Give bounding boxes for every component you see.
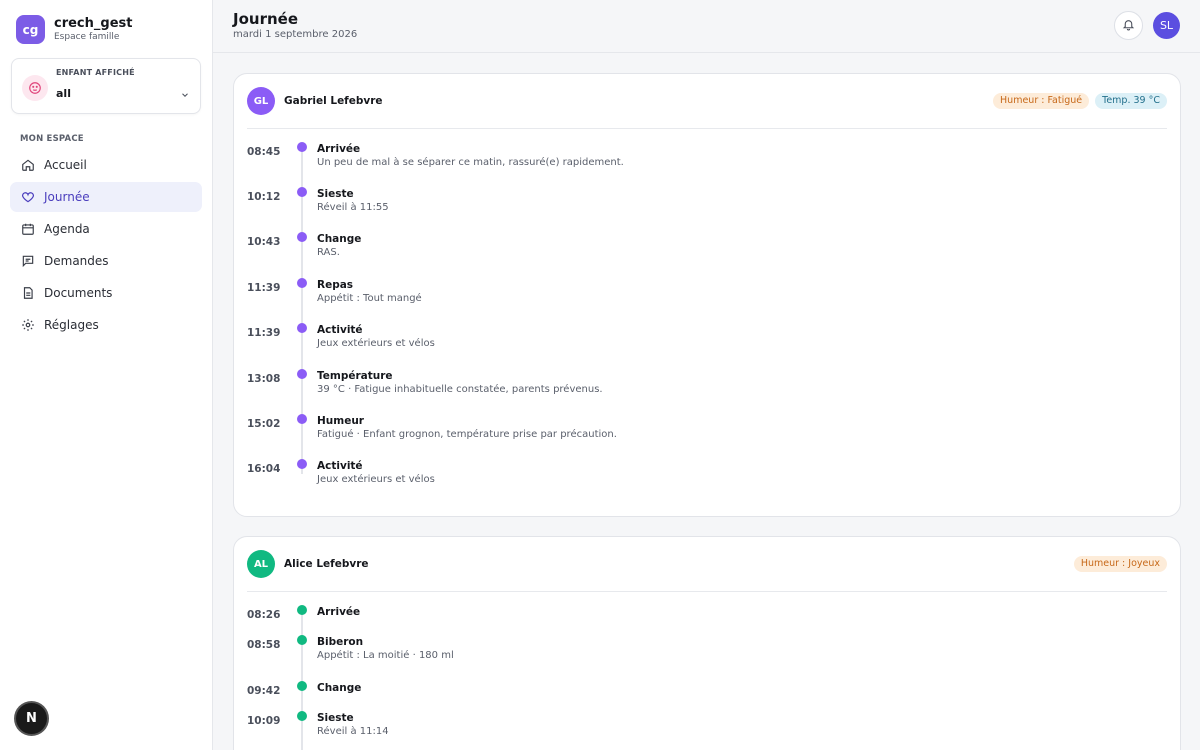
sidebar-item-reglages[interactable]: Réglages <box>10 310 202 340</box>
sidebar-item-journee[interactable]: Journée <box>10 182 202 212</box>
event-title: Arrivée <box>317 143 361 155</box>
event-title: Biberon <box>317 636 364 648</box>
gear-icon <box>20 318 35 333</box>
event-title: Humeur <box>317 415 364 427</box>
heart-icon <box>20 190 35 205</box>
timeline-dot <box>297 369 307 379</box>
event-description: 39 °C · Fatigue inhabituelle constatée, … <box>317 384 603 395</box>
event-description: Réveil à 11:55 <box>317 202 389 213</box>
status-badges: Humeur : Joyeux <box>1073 556 1167 572</box>
message-icon <box>20 254 35 269</box>
child-day-card: AL Alice Lefebvre Humeur : Joyeux 08:26 … <box>233 536 1181 750</box>
brand-logo: cg <box>16 15 45 44</box>
sidebar-item-label: Agenda <box>44 222 90 236</box>
mood-badge: Humeur : Joyeux <box>1073 556 1167 572</box>
event-description: Appétit : La moitié · 180 ml <box>317 650 454 661</box>
calendar-icon <box>20 222 35 237</box>
child-selector-label: ENFANT AFFICHÉ <box>56 68 135 77</box>
sidebar-item-agenda[interactable]: Agenda <box>10 214 202 244</box>
mood-badge: Humeur : Fatigué <box>993 93 1090 109</box>
event-time: 11:39 <box>247 282 281 294</box>
timeline-dot <box>297 323 307 333</box>
event-time: 10:43 <box>247 236 281 248</box>
card-header: AL Alice Lefebvre Humeur : Joyeux <box>247 550 1167 592</box>
event-description: Appétit : Tout mangé <box>317 293 422 304</box>
event-time: 11:39 <box>247 327 281 339</box>
event-time: 08:58 <box>247 639 281 651</box>
sidebar-item-label: Accueil <box>44 158 87 172</box>
status-badges: Humeur : Fatigué Temp. 39 °C <box>993 93 1167 109</box>
event-title: Température <box>317 370 393 382</box>
page-title: Journée <box>233 10 298 28</box>
timeline-dot <box>297 459 307 469</box>
sidebar-item-demandes[interactable]: Demandes <box>10 246 202 276</box>
brand[interactable]: cg crech_gest Espace famille <box>16 15 132 44</box>
event-title: Activité <box>317 324 363 336</box>
card-header: GL Gabriel Lefebvre Humeur : Fatigué Tem… <box>247 87 1167 129</box>
event-title: Sieste <box>317 712 354 724</box>
timeline-dot <box>297 232 307 242</box>
event-title: Repas <box>317 279 354 291</box>
event-title: Arrivée <box>317 606 361 618</box>
event-description: Fatigué · Enfant grognon, température pr… <box>317 429 617 440</box>
event-title: Sieste <box>317 188 354 200</box>
event-title: Activité <box>317 460 363 472</box>
child-name: Gabriel Lefebvre <box>284 95 383 107</box>
sidebar-item-documents[interactable]: Documents <box>10 278 202 308</box>
child-name: Alice Lefebvre <box>284 558 369 570</box>
baby-icon <box>22 75 48 101</box>
brand-name: crech_gest <box>54 16 133 31</box>
timeline-dot <box>297 414 307 424</box>
timeline-dot <box>297 187 307 197</box>
timeline-dot <box>297 278 307 288</box>
page-header: Journée mardi 1 septembre 2026 SL <box>213 0 1200 53</box>
event-description: Jeux extérieurs et vélos <box>317 474 435 485</box>
event-time: 08:26 <box>247 609 281 621</box>
sidebar: cg crech_gest Espace famille ENFANT AFFI… <box>0 0 213 750</box>
avatar: GL <box>247 87 275 115</box>
event-time: 10:12 <box>247 191 281 203</box>
sidebar-nav: Accueil Journée Agenda Demandes Document… <box>10 150 202 342</box>
sidebar-item-label: Demandes <box>44 254 109 268</box>
event-time: 08:45 <box>247 146 281 158</box>
event-time: 16:04 <box>247 463 281 475</box>
bell-icon <box>1122 16 1135 35</box>
event-time: 09:42 <box>247 685 281 697</box>
sidebar-item-label: Journée <box>44 190 90 204</box>
n-badge[interactable]: N <box>16 703 47 734</box>
temperature-badge: Temp. 39 °C <box>1095 93 1167 109</box>
timeline-dot <box>297 635 307 645</box>
event-description: Jeux extérieurs et vélos <box>317 338 435 349</box>
child-selector-value: all <box>56 87 71 100</box>
sidebar-item-label: Documents <box>44 286 113 300</box>
event-time: 13:08 <box>247 373 281 385</box>
sidebar-item-label: Réglages <box>44 318 99 332</box>
notifications-button[interactable] <box>1114 11 1143 40</box>
event-title: Change <box>317 682 362 694</box>
home-icon <box>20 158 35 173</box>
event-description: Un peu de mal à se séparer ce matin, ras… <box>317 157 624 168</box>
event-time: 15:02 <box>247 418 281 430</box>
event-description: RAS. <box>317 247 340 258</box>
event-title: Change <box>317 233 362 245</box>
avatar: AL <box>247 550 275 578</box>
sidebar-item-accueil[interactable]: Accueil <box>10 150 202 180</box>
brand-subtitle: Espace famille <box>54 32 120 42</box>
brand-text: crech_gest Espace famille <box>54 16 132 43</box>
timeline-dot <box>297 142 307 152</box>
user-avatar[interactable]: SL <box>1153 12 1180 39</box>
timeline-dot <box>297 605 307 615</box>
nav-section-label: MON ESPACE <box>20 134 84 144</box>
timeline-dot <box>297 711 307 721</box>
file-icon <box>20 286 35 301</box>
chevron-down-icon <box>180 85 190 104</box>
child-selector[interactable]: ENFANT AFFICHÉ all <box>11 58 201 114</box>
timeline-dot <box>297 681 307 691</box>
child-day-card: GL Gabriel Lefebvre Humeur : Fatigué Tem… <box>233 73 1181 517</box>
page-date: mardi 1 septembre 2026 <box>233 29 358 40</box>
event-time: 10:09 <box>247 715 281 727</box>
event-description: Réveil à 11:14 <box>317 726 389 737</box>
